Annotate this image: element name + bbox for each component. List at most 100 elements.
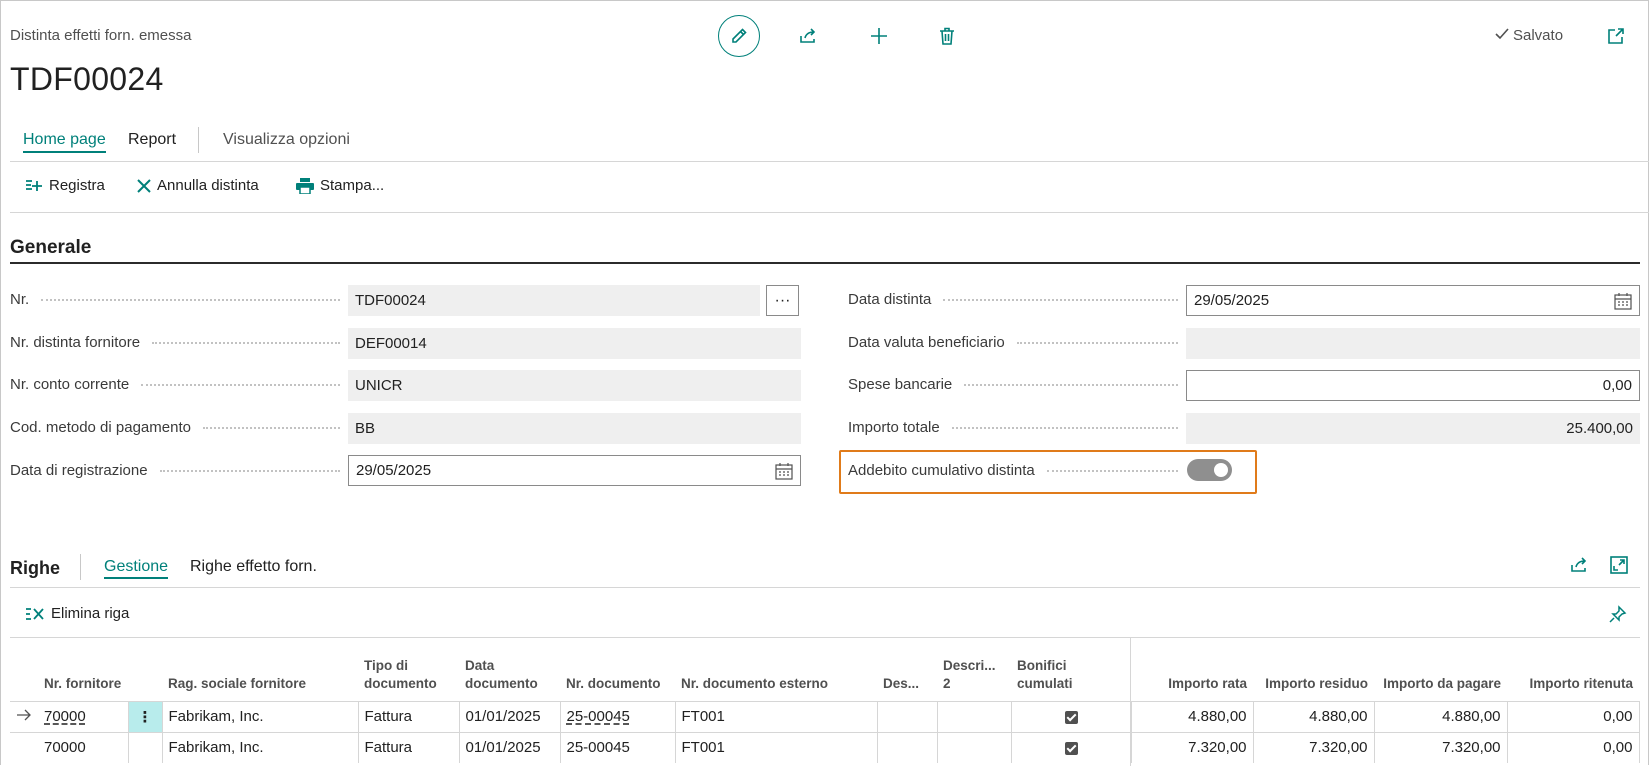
posting-date-value: 29/05/2025 bbox=[356, 462, 432, 479]
field-label-cumulative-charge: Addebito cumulativo distinta bbox=[848, 462, 1178, 479]
doc-date[interactable]: 01/01/2025 bbox=[459, 700, 561, 732]
beneficiary-value-date-field[interactable] bbox=[1186, 328, 1640, 359]
col-installment[interactable]: Importo rata bbox=[1131, 639, 1253, 701]
desc[interactable] bbox=[877, 731, 938, 763]
row-menu-cell[interactable] bbox=[128, 731, 163, 763]
post-label: Registra bbox=[49, 177, 105, 194]
field-label-bank-expense: Spese bancarie bbox=[848, 376, 1178, 393]
nr-lookup-button[interactable]: ··· bbox=[766, 285, 799, 316]
cancel-list-button[interactable]: Annulla distinta bbox=[137, 177, 259, 194]
withholding-amount[interactable]: 0,00 bbox=[1507, 700, 1640, 732]
page-title: TDF00024 bbox=[10, 61, 164, 97]
section-underline bbox=[10, 262, 1640, 264]
lines-separator bbox=[80, 554, 81, 580]
cumulative-charge-toggle[interactable] bbox=[1187, 459, 1232, 481]
total-amount-field: 25.400,00 bbox=[1186, 413, 1640, 444]
desc2[interactable] bbox=[937, 700, 1012, 732]
col-vendor-nr[interactable]: Nr. fornitore bbox=[38, 639, 128, 701]
remaining-amount[interactable]: 7.320,00 bbox=[1253, 731, 1375, 763]
vendor-name[interactable]: Fabrikam, Inc. bbox=[162, 700, 359, 732]
installment-amount[interactable]: 4.880,00 bbox=[1131, 700, 1254, 732]
tab-lines-manage[interactable]: Gestione bbox=[104, 558, 169, 579]
share-icon bbox=[1571, 557, 1587, 572]
desc[interactable] bbox=[877, 700, 938, 732]
tab-lines-vendor-bill[interactable]: Righe effetto forn. bbox=[190, 558, 317, 576]
lines-expand-button[interactable] bbox=[1606, 552, 1632, 578]
col-remaining[interactable]: Importo residuo bbox=[1253, 639, 1374, 701]
col-cumulative[interactable]: Bonifici cumulati bbox=[1011, 639, 1131, 701]
col-doc-type[interactable]: Tipo di documento bbox=[358, 639, 459, 701]
share-button[interactable] bbox=[795, 23, 821, 49]
new-button[interactable] bbox=[866, 23, 892, 49]
installment-amount[interactable]: 7.320,00 bbox=[1131, 731, 1254, 763]
remaining-amount[interactable]: 4.880,00 bbox=[1253, 700, 1375, 732]
row-menu-button[interactable]: ⋮ bbox=[128, 700, 163, 732]
print-button[interactable]: Stampa... bbox=[296, 177, 384, 194]
saved-label: Salvato bbox=[1513, 27, 1564, 44]
lines-title: Righe bbox=[10, 558, 61, 578]
ext-doc-nr[interactable]: FT001 bbox=[675, 731, 878, 763]
field-label-list-date: Data distinta bbox=[848, 291, 1178, 308]
pencil-icon bbox=[732, 28, 747, 43]
doc-type[interactable]: Fattura bbox=[358, 700, 460, 732]
tab-report[interactable]: Report bbox=[128, 131, 176, 149]
printer-icon bbox=[296, 177, 314, 194]
nr-field[interactable]: TDF00024 bbox=[348, 285, 760, 316]
calendar-icon[interactable] bbox=[775, 463, 793, 480]
tab-separator bbox=[198, 127, 199, 153]
field-label-posting-date: Data di registrazione bbox=[10, 462, 340, 479]
doc-date[interactable]: 01/01/2025 bbox=[459, 731, 561, 763]
pin-icon bbox=[1609, 605, 1627, 623]
edit-button[interactable] bbox=[718, 15, 760, 57]
withholding-amount[interactable]: 0,00 bbox=[1507, 731, 1640, 763]
table-row[interactable]: 70000 Fabrikam, Inc. Fattura 01/01/2025 … bbox=[10, 731, 1640, 763]
col-to-pay[interactable]: Importo da pagare bbox=[1374, 639, 1507, 701]
divider bbox=[10, 637, 1640, 638]
vendor-name[interactable]: Fabrikam, Inc. bbox=[162, 731, 359, 763]
post-button[interactable]: Registra bbox=[25, 177, 105, 194]
popout-icon bbox=[1608, 28, 1624, 44]
payment-method-field[interactable]: BB bbox=[348, 413, 801, 444]
lines-table: Nr. fornitore Rag. sociale fornitore Tip… bbox=[10, 639, 1640, 763]
vendor-nr[interactable]: 70000 bbox=[38, 731, 129, 763]
page-caption: Distinta effetti forn. emessa bbox=[10, 27, 192, 44]
doc-nr[interactable]: 25-00045 bbox=[567, 708, 630, 725]
table-row[interactable]: 70000 ⋮ Fabrikam, Inc. Fattura 01/01/202… bbox=[10, 700, 1640, 732]
col-ext-doc-nr[interactable]: Nr. documento esterno bbox=[675, 639, 877, 701]
cumulative-checkbox[interactable] bbox=[1064, 741, 1078, 755]
list-date-field[interactable]: 29/05/2025 bbox=[1186, 285, 1640, 316]
col-vendor-name[interactable]: Rag. sociale fornitore bbox=[162, 639, 358, 701]
field-label-payment-method: Cod. metodo di pagamento bbox=[10, 419, 340, 436]
lines-share-button[interactable] bbox=[1566, 552, 1592, 578]
pin-button[interactable] bbox=[1605, 601, 1631, 627]
vendor-bill-field[interactable]: DEF00014 bbox=[348, 328, 801, 359]
share-icon bbox=[800, 28, 816, 43]
col-doc-date[interactable]: Data documento bbox=[459, 639, 560, 701]
bank-account-field[interactable]: UNICR bbox=[348, 370, 801, 401]
field-label-bank-account: Nr. conto corrente bbox=[10, 376, 340, 393]
divider bbox=[10, 161, 1649, 162]
col-withholding[interactable]: Importo ritenuta bbox=[1507, 639, 1639, 701]
bank-expense-field[interactable]: 0,00 bbox=[1186, 370, 1640, 401]
vendor-nr[interactable]: 70000 bbox=[44, 708, 86, 725]
divider bbox=[10, 587, 1640, 588]
posting-date-field[interactable]: 29/05/2025 bbox=[348, 455, 801, 486]
doc-nr[interactable]: 25-00045 bbox=[560, 731, 676, 763]
tab-home[interactable]: Home page bbox=[23, 131, 106, 153]
desc2[interactable] bbox=[937, 731, 1012, 763]
calendar-icon[interactable] bbox=[1614, 293, 1632, 310]
amount-to-pay[interactable]: 4.880,00 bbox=[1374, 700, 1508, 732]
field-label-total-amount: Importo totale bbox=[848, 419, 1178, 436]
col-desc[interactable]: Des... bbox=[877, 639, 937, 701]
tab-view-options[interactable]: Visualizza opzioni bbox=[223, 131, 350, 149]
popout-button[interactable] bbox=[1603, 23, 1629, 49]
delete-line-button[interactable]: Elimina riga bbox=[25, 605, 129, 622]
ext-doc-nr[interactable]: FT001 bbox=[675, 700, 878, 732]
cumulative-checkbox[interactable] bbox=[1064, 710, 1078, 724]
field-label-vendor-bill: Nr. distinta fornitore bbox=[10, 334, 340, 351]
col-doc-nr[interactable]: Nr. documento bbox=[560, 639, 675, 701]
col-desc2[interactable]: Descri... 2 bbox=[937, 639, 1011, 701]
amount-to-pay[interactable]: 7.320,00 bbox=[1374, 731, 1508, 763]
doc-type[interactable]: Fattura bbox=[358, 731, 460, 763]
delete-button[interactable] bbox=[934, 23, 960, 49]
